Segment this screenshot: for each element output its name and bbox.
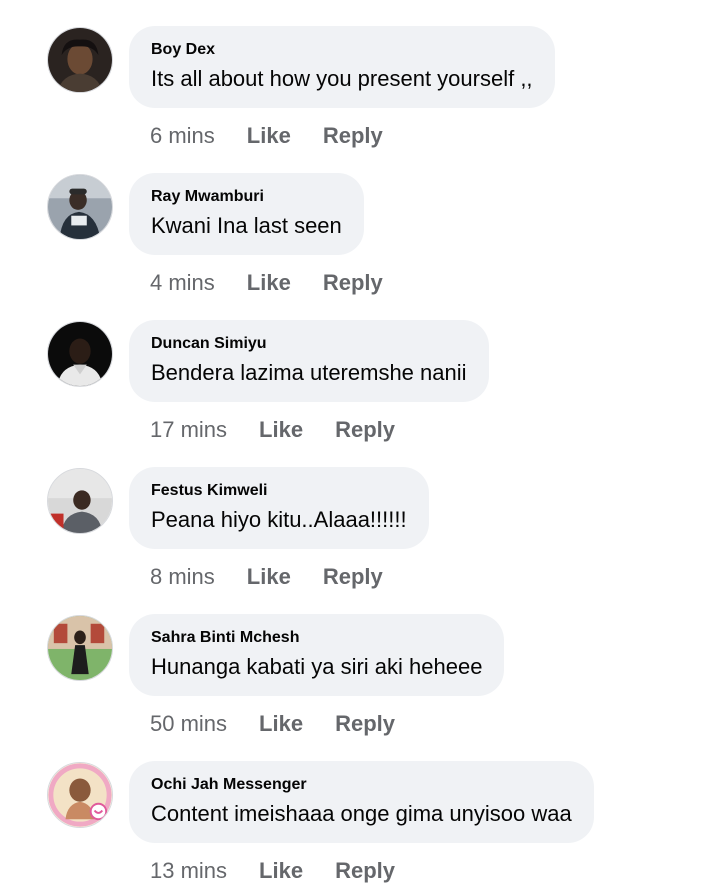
like-button[interactable]: Like — [259, 711, 303, 737]
avatar[interactable] — [47, 468, 113, 534]
reply-button[interactable]: Reply — [335, 858, 395, 884]
comment-actions: 17 mins Like Reply — [150, 416, 427, 444]
comment-bubble[interactable]: Duncan Simiyu Bendera lazima uteremshe n… — [129, 320, 489, 402]
comment-actions: 4 mins Like Reply — [150, 269, 415, 297]
comment-author[interactable]: Boy Dex — [151, 40, 533, 60]
comment-text: Content imeishaaa onge gima unyisoo waa — [151, 801, 572, 826]
comment-author[interactable]: Ochi Jah Messenger — [151, 775, 572, 795]
comment-text: Bendera lazima uteremshe nanii — [151, 360, 467, 385]
comment-text: Peana hiyo kitu..Alaaa!!!!!! — [151, 507, 407, 532]
comment-time[interactable]: 17 mins — [150, 417, 227, 443]
comment-author[interactable]: Sahra Binti Mchesh — [151, 628, 482, 648]
like-button[interactable]: Like — [259, 417, 303, 443]
avatar[interactable] — [47, 762, 113, 828]
like-button[interactable]: Like — [259, 858, 303, 884]
reply-button[interactable]: Reply — [323, 564, 383, 590]
comment-item: Festus Kimweli Peana hiyo kitu..Alaaa!!!… — [0, 441, 720, 591]
comment-author[interactable]: Festus Kimweli — [151, 481, 407, 501]
comment-text: Hunanga kabati ya siri aki heheee — [151, 654, 483, 679]
reply-button[interactable]: Reply — [323, 123, 383, 149]
comment-time[interactable]: 13 mins — [150, 858, 227, 884]
comment-time[interactable]: 4 mins — [150, 270, 215, 296]
reply-button[interactable]: Reply — [335, 711, 395, 737]
like-button[interactable]: Like — [247, 270, 291, 296]
comment-item: Ochi Jah Messenger Content imeishaaa ong… — [0, 735, 720, 885]
comment-item: Duncan Simiyu Bendera lazima uteremshe n… — [0, 294, 720, 444]
comment-time[interactable]: 50 mins — [150, 711, 227, 737]
comment-author[interactable]: Ray Mwamburi — [151, 187, 342, 207]
comment-bubble[interactable]: Ochi Jah Messenger Content imeishaaa ong… — [129, 761, 594, 843]
reply-button[interactable]: Reply — [323, 270, 383, 296]
comment-actions: 13 mins Like Reply — [150, 857, 427, 885]
comment-item: Sahra Binti Mchesh Hunanga kabati ya sir… — [0, 588, 720, 738]
comment-bubble[interactable]: Festus Kimweli Peana hiyo kitu..Alaaa!!!… — [129, 467, 429, 549]
comment-actions: 8 mins Like Reply — [150, 563, 415, 591]
comment-text: Its all about how you present yourself ,… — [151, 66, 533, 91]
comment-author[interactable]: Duncan Simiyu — [151, 334, 467, 354]
comment-item: Ray Mwamburi Kwani Ina last seen 4 mins … — [0, 147, 720, 297]
comment-item: Boy Dex Its all about how you present yo… — [0, 0, 720, 150]
comment-text: Kwani Ina last seen — [151, 213, 342, 238]
comment-bubble[interactable]: Sahra Binti Mchesh Hunanga kabati ya sir… — [129, 614, 505, 696]
avatar[interactable] — [47, 27, 113, 93]
avatar[interactable] — [47, 321, 113, 387]
comment-time[interactable]: 6 mins — [150, 123, 215, 149]
comment-bubble[interactable]: Ray Mwamburi Kwani Ina last seen — [129, 173, 364, 255]
like-button[interactable]: Like — [247, 123, 291, 149]
reply-button[interactable]: Reply — [335, 417, 395, 443]
comment-actions: 6 mins Like Reply — [150, 122, 415, 150]
like-button[interactable]: Like — [247, 564, 291, 590]
comment-actions: 50 mins Like Reply — [150, 710, 427, 738]
avatar[interactable] — [47, 174, 113, 240]
comment-bubble[interactable]: Boy Dex Its all about how you present yo… — [129, 26, 555, 108]
comment-time[interactable]: 8 mins — [150, 564, 215, 590]
avatar[interactable] — [47, 615, 113, 681]
